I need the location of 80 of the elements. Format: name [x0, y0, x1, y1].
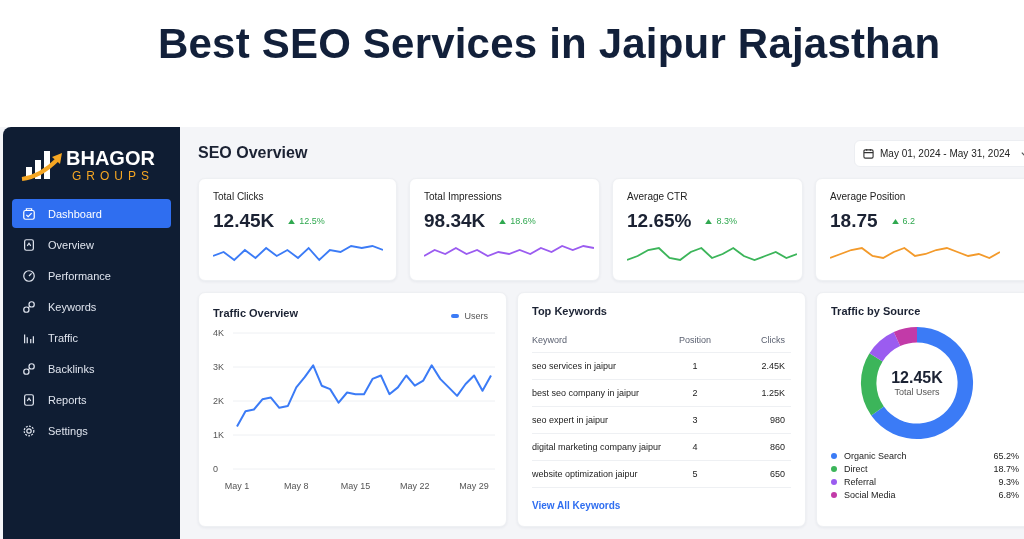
link-icon — [22, 299, 36, 314]
page-headline: Best SEO Services in Jaipur Rajasthan — [158, 20, 942, 69]
metric-label: Average CTR — [627, 191, 689, 202]
table-cell: 1.25K — [725, 379, 791, 407]
axis-label: May 1 — [224, 481, 250, 491]
nav-item[interactable]: Keywords — [12, 292, 171, 321]
table-cell: seo expert in jaipur — [532, 406, 665, 434]
table-cell: 650 — [725, 460, 791, 488]
table-cell: 1 — [665, 352, 725, 380]
metric-value: 12.45K — [213, 210, 275, 232]
legend-label: Direct — [844, 464, 869, 474]
total-value: 12.45K — [891, 369, 943, 387]
metric-label: Average Position — [830, 191, 907, 202]
axis-label: May 8 — [284, 481, 309, 491]
up-triangle-icon — [499, 218, 507, 224]
panel-title: Traffic by Source — [831, 305, 922, 317]
nav-item[interactable]: Reports — [12, 385, 171, 414]
table-cell: seo services in jaipur — [532, 352, 665, 380]
table-cell: digital marketing company jaipur — [532, 433, 665, 461]
gauge-icon — [22, 268, 36, 283]
legend-label: Organic Search — [844, 451, 908, 461]
up-triangle-icon — [288, 218, 296, 224]
axis-label: 1K — [213, 430, 224, 440]
panel-title: Top Keywords — [532, 305, 608, 317]
date-range-picker[interactable]: May 01, 2024 - May 31, 2024 — [854, 139, 1024, 167]
brand-tagline: GROUPS — [72, 169, 155, 183]
up-triangle-icon — [891, 218, 899, 224]
table-cell: best seo company in jaipur — [532, 379, 665, 407]
total-label: Total Users — [894, 387, 940, 397]
legend-label: Referral — [844, 477, 877, 487]
axis-label: May 15 — [340, 481, 371, 491]
metric-value: 18.75 — [830, 210, 878, 232]
table-cell: 2 — [665, 379, 725, 407]
table-cell: 860 — [725, 433, 791, 461]
nav-item[interactable]: Backlinks — [12, 354, 171, 383]
document-icon — [22, 392, 36, 407]
nav-item[interactable]: Performance — [12, 261, 171, 290]
dashboard-icon — [22, 206, 36, 221]
document-icon — [22, 237, 36, 252]
panel-title: Traffic Overview — [213, 307, 298, 319]
axis-label: 2K — [213, 396, 224, 406]
table-cell: website optimization jaipur — [532, 460, 665, 488]
metric-value: 98.34K — [424, 210, 486, 232]
axis-label: May 22 — [400, 481, 430, 491]
table-cell: 3 — [665, 406, 725, 434]
settings-icon — [22, 423, 36, 438]
up-triangle-icon — [705, 218, 713, 224]
view-all-link[interactable]: View All Keywords — [532, 500, 621, 511]
page-title: SEO Overview — [198, 144, 308, 162]
metric-label: Total Impressions — [424, 191, 503, 202]
column-header: Keyword — [532, 325, 665, 353]
link-icon — [22, 361, 36, 376]
metric-change: 12.5% — [288, 216, 325, 226]
table-cell: 5 — [665, 460, 725, 488]
column-header: Position — [665, 325, 725, 353]
metric-value: 12.65% — [627, 210, 692, 232]
metric-change: 6.2 — [891, 216, 916, 226]
metric-change: 8.3% — [705, 216, 737, 226]
axis-label: 0 — [213, 464, 218, 474]
nav-item[interactable]: Settings — [12, 416, 171, 445]
metric-label: Total Clicks — [213, 191, 265, 202]
brand-name: BHAGOR — [66, 147, 155, 169]
nav-item[interactable]: Overview — [12, 230, 171, 259]
table-cell: 980 — [725, 406, 791, 434]
legend-value: 9.3% — [998, 477, 1019, 487]
table-cell: 2.45K — [725, 352, 791, 380]
nav-item[interactable]: Dashboard — [12, 199, 171, 228]
calendar-icon — [863, 147, 874, 159]
legend-label: Users — [464, 311, 488, 321]
axis-label: 3K — [213, 362, 224, 372]
legend-label: Social Media — [844, 490, 897, 500]
column-header: Clicks — [725, 325, 791, 353]
legend-value: 18.7% — [993, 464, 1019, 474]
legend-value: 6.8% — [998, 490, 1019, 500]
metric-change: 18.6% — [499, 216, 536, 226]
table-cell: 4 — [665, 433, 725, 461]
nav-item[interactable]: Traffic — [12, 323, 171, 352]
axis-label: May 29 — [459, 481, 489, 491]
axis-label: 4K — [213, 328, 224, 338]
legend-value: 65.2% — [993, 451, 1019, 461]
